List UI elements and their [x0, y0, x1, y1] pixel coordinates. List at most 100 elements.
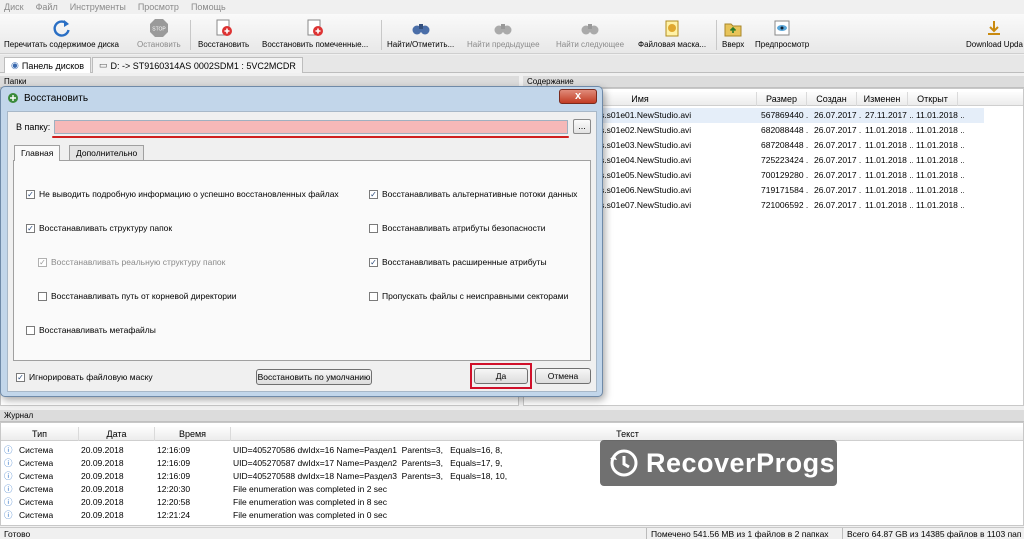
restore-metafiles-checkbox[interactable]: Восстанавливать метафайлы — [26, 325, 156, 335]
menu-file[interactable]: Файл — [36, 2, 58, 12]
restore-button[interactable]: Восстановить — [198, 18, 249, 49]
drive-icon: ▭ — [99, 60, 108, 70]
browse-button[interactable]: ... — [573, 119, 591, 134]
column-date[interactable]: Дата — [79, 427, 155, 441]
checkbox-box — [369, 291, 378, 301]
find-button[interactable]: Найти/Отметить... — [387, 18, 454, 49]
column-time[interactable]: Время — [155, 427, 231, 441]
restore-app-icon — [8, 93, 18, 103]
dialog-title: Восстановить — [24, 92, 89, 104]
checkbox-box — [38, 291, 47, 301]
skip-bad-sectors-checkbox[interactable]: Пропускать файлы с неисправными секторам… — [369, 291, 568, 301]
find-next-label: Найти следующее — [556, 40, 625, 49]
column-modified[interactable]: Изменен — [857, 92, 908, 106]
checkbox-box — [369, 223, 378, 233]
up-button[interactable]: Вверх — [722, 18, 744, 49]
dialog-titlebar[interactable]: Восстановить — [1, 87, 602, 109]
file-name: s.s01e03.NewStudio.avi — [600, 140, 692, 150]
find-next-button[interactable]: Найти следующее — [556, 18, 624, 49]
menu-bar: Диск Файл Инструменты Просмотр Помощь — [0, 0, 1024, 14]
toolbar: Перечитать содержимое диска STOP Останов… — [0, 14, 1024, 54]
file-size: 719171584 ... — [761, 185, 809, 195]
ignore-mask-label: Игнорировать файловую маску — [29, 372, 153, 382]
file-created: 26.07.2017 ... — [814, 155, 862, 165]
tab-disk-panel[interactable]: ◉ Панель дисков — [4, 57, 92, 73]
menu-help[interactable]: Помощь — [191, 2, 226, 12]
column-type[interactable]: Тип — [1, 427, 79, 441]
column-size[interactable]: Размер — [757, 92, 807, 106]
file-name: s.s01e02.NewStudio.avi — [600, 125, 692, 135]
stop-button[interactable]: STOP Остановить — [137, 18, 181, 49]
file-size: 725223424 ... — [761, 155, 809, 165]
skip-bad-sectors-label: Пропускать файлы с неисправными секторам… — [382, 291, 569, 301]
menu-view[interactable]: Просмотр — [138, 2, 179, 12]
file-mask-button[interactable]: Файловая маска... — [638, 18, 706, 49]
restore-root-path-checkbox[interactable]: Восстанавливать путь от корневой директо… — [38, 291, 237, 301]
column-opened[interactable]: Открыт — [908, 92, 958, 106]
tab-disk-panel-label: Панель дисков — [21, 60, 85, 71]
ignore-mask-checkbox[interactable]: ✓ Игнорировать файловую маску — [16, 372, 153, 382]
file-opened: 11.01.2018 ... — [916, 125, 964, 135]
toolbar-separator — [381, 20, 382, 50]
status-marked: Помечено 541.56 MB из 1 файлов в 2 папка… — [651, 529, 829, 539]
status-separator — [646, 528, 647, 539]
checkbox-box: ✓ — [38, 257, 47, 267]
info-icon: ⓘ — [4, 510, 13, 520]
no-verbose-label: Не выводить подробную информацию о успеш… — [39, 189, 339, 199]
log-row[interactable]: ⓘ Система 20.09.2018 12:21:24 File enume… — [1, 508, 1024, 523]
file-modified: 11.01.2018 ... — [865, 185, 913, 195]
no-verbose-checkbox[interactable]: ✓ Не выводить подробную информацию о усп… — [26, 189, 339, 199]
toolbar-separator — [716, 20, 717, 50]
tab-main[interactable]: Главная — [14, 145, 61, 161]
restore-icon — [216, 19, 232, 36]
column-created[interactable]: Создан — [807, 92, 857, 106]
preview-button[interactable]: Предпросмотр — [755, 18, 809, 49]
download-update-button[interactable]: Download Upda — [966, 18, 1023, 49]
log-pane-header: Журнал — [0, 410, 1024, 422]
restore-marked-button[interactable]: Восстановить помеченные... — [262, 18, 368, 49]
checkbox-box — [26, 325, 35, 335]
checkbox-box: ✓ — [16, 372, 25, 382]
restore-real-structure-checkbox[interactable]: ✓ Восстанавливать реальную структуру пап… — [38, 257, 225, 267]
mask-icon — [665, 20, 679, 37]
file-modified: 11.01.2018 ... — [865, 170, 913, 180]
stop-icon: STOP — [149, 19, 168, 37]
file-opened: 11.01.2018 ... — [916, 170, 964, 180]
file-mask-label: Файловая маска... — [638, 40, 707, 49]
refresh-icon — [52, 20, 70, 37]
ok-button[interactable]: Да — [474, 368, 528, 384]
file-size: 700129280 ... — [761, 170, 809, 180]
file-opened: 11.01.2018 ... — [916, 155, 964, 165]
reread-button[interactable]: Перечитать содержимое диска — [4, 18, 119, 49]
tab-drive-label: D: -> ST9160314AS 0002SDM1 : 5VC2MCDR — [110, 60, 296, 71]
restore-real-structure-label: Восстанавливать реальную структуру папок — [51, 257, 226, 267]
alt-streams-checkbox[interactable]: ✓ Восстанавливать альтернативные потоки … — [369, 189, 577, 199]
binoculars-icon — [494, 24, 512, 35]
restore-dialog: Восстановить x В папку: ... Главная Допо… — [0, 86, 603, 397]
extended-attrs-label: Восстанавливать расширенные атрибуты — [382, 257, 547, 267]
cancel-button[interactable]: Отмена — [535, 368, 591, 384]
up-label: Вверх — [722, 40, 745, 49]
menu-tools[interactable]: Инструменты — [70, 2, 126, 12]
tab-drive[interactable]: ▭ D: -> ST9160314AS 0002SDM1 : 5VC2MCDR — [92, 57, 303, 73]
restore-structure-checkbox[interactable]: ✓ Восстанавливать структуру папок — [26, 223, 172, 233]
file-name: s.s01e06.NewStudio.avi — [600, 185, 692, 195]
download-update-label: Download Upda — [966, 40, 1023, 49]
extended-attrs-checkbox[interactable]: ✓ Восстанавливать расширенные атрибуты — [369, 257, 547, 267]
status-bar: Готово Помечено 541.56 MB из 1 файлов в … — [0, 527, 1024, 539]
menu-disk[interactable]: Диск — [4, 2, 24, 12]
restore-marked-icon — [307, 19, 324, 36]
restore-structure-label: Восстанавливать структуру папок — [39, 223, 173, 233]
tab-additional[interactable]: Дополнительно — [69, 145, 145, 160]
find-prev-button[interactable]: Найти предыдущее — [467, 18, 540, 49]
checkbox-box: ✓ — [369, 257, 378, 267]
destination-folder-input[interactable] — [54, 120, 568, 134]
close-button[interactable]: x — [559, 89, 597, 104]
log-date: 20.09.2018 — [81, 510, 124, 520]
restore-defaults-button[interactable]: Восстановить по умолчанию — [256, 369, 372, 385]
column-text[interactable]: Текст — [231, 427, 1024, 441]
reread-label: Перечитать содержимое диска — [4, 40, 120, 49]
restore-label: Восстановить — [198, 40, 250, 49]
security-attrs-checkbox[interactable]: Восстанавливать атрибуты безопасности — [369, 223, 545, 233]
file-modified: 27.11.2017 ... — [865, 110, 913, 120]
